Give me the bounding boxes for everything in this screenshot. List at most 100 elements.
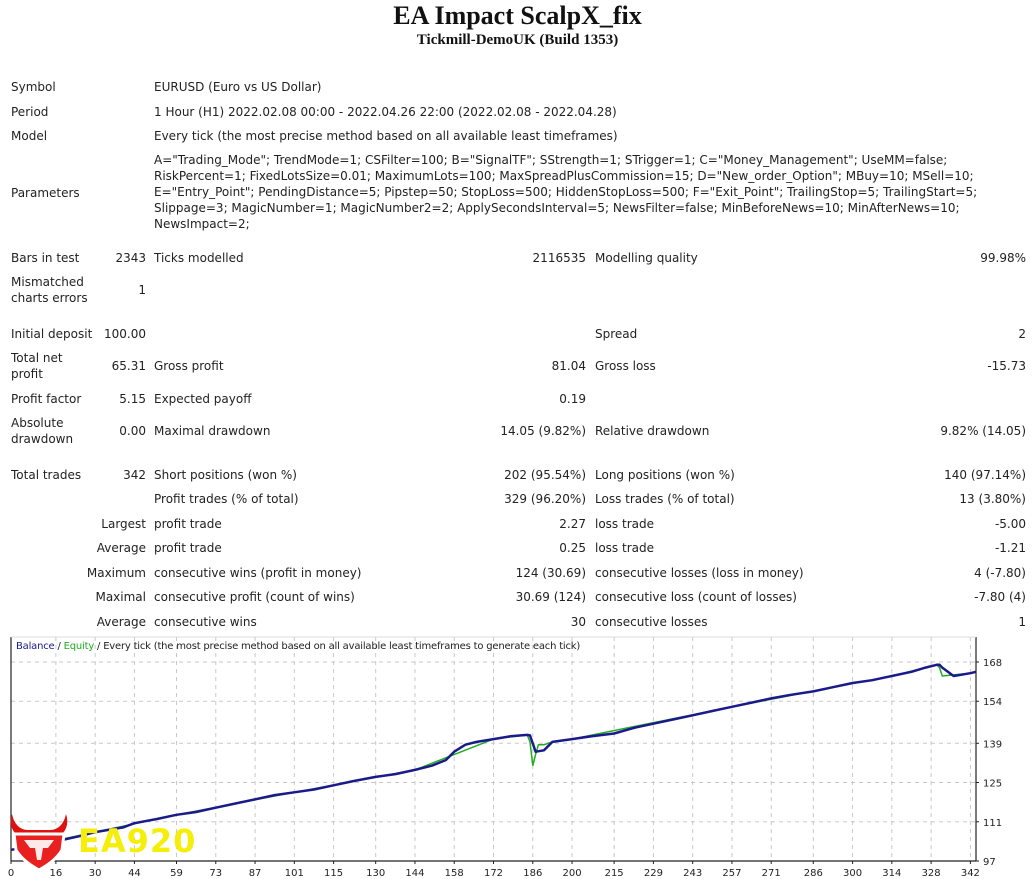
stat-row-b-value: 4 (-7.80) <box>974 566 1026 580</box>
parameters-line: RiskPercent=1; FixedLotsSize=0.01; Maxim… <box>154 169 974 183</box>
stat-row-a-label: consecutive wins <box>154 615 257 629</box>
mismatched-value: 1 <box>138 283 146 297</box>
stat-row-a-label: consecutive wins (profit in money) <box>154 566 362 580</box>
period-value: 1 Hour (H1) 2022.02.08 00:00 - 2022.04.2… <box>154 105 617 119</box>
report-subtitle: Tickmill-DemoUK (Build 1353) <box>416 32 619 48</box>
watermark-logo: EA920 <box>10 814 196 870</box>
stat-row-b-value: 1 <box>1018 615 1026 629</box>
y-tick-label: 111 <box>983 818 1002 829</box>
legend-description: Every tick (the most precise method base… <box>103 641 581 652</box>
x-tick-label: 172 <box>484 868 503 879</box>
legend-separator: / <box>54 641 64 652</box>
bull-shield-icon <box>10 814 68 870</box>
netprofit-value: 65.31 <box>111 359 146 373</box>
y-tick-label: 168 <box>983 658 1002 669</box>
x-tick-label: 271 <box>762 868 781 879</box>
maxdd-label: Maximal drawdown <box>154 424 271 438</box>
payoff-label: Expected payoff <box>154 392 252 406</box>
x-tick-label: 215 <box>605 868 624 879</box>
stat-row-a-value: 30 <box>570 615 586 629</box>
grossprofit-label: Gross profit <box>154 359 224 373</box>
x-tick-label: 257 <box>722 868 741 879</box>
watermark-text: EA920 <box>78 822 196 860</box>
parameters-line: E="Entry_Point"; PendingDistance=5; Pips… <box>154 185 978 199</box>
x-tick-label: 115 <box>324 868 343 879</box>
x-tick-label: 144 <box>405 868 424 879</box>
short-label: Short positions (won %) <box>154 468 297 482</box>
stat-row-b-label: loss trade <box>595 541 654 555</box>
payoff-value: 0.19 <box>559 392 586 406</box>
profittrades-label: Profit trades (% of total) <box>154 492 299 506</box>
x-tick-label: 314 <box>882 868 901 879</box>
symbol-label: Symbol <box>11 80 56 94</box>
stat-row-b-label: loss trade <box>595 517 654 531</box>
x-tick-label: 200 <box>562 868 581 879</box>
stat-row-a-value: 0.25 <box>559 541 586 555</box>
grossloss-label: Gross loss <box>595 359 656 373</box>
losstrades-label: Loss trades (% of total) <box>595 492 735 506</box>
absdd-value: 0.00 <box>119 424 146 438</box>
stat-row-b-value: -7.80 (4) <box>974 590 1026 604</box>
trades-value: 342 <box>123 468 146 482</box>
netprofit-label-1: Total net <box>11 351 63 365</box>
quality-value: 99.98% <box>980 251 1026 265</box>
x-tick-label: 243 <box>683 868 702 879</box>
stat-row-a-label: consecutive profit (count of wins) <box>154 590 355 604</box>
legend-equity: Equity <box>63 641 95 652</box>
stat-row-a-value: 2.27 <box>559 517 586 531</box>
stat-row-b-label: consecutive losses <box>595 615 708 629</box>
reldd-value: 9.82% (14.05) <box>940 424 1026 438</box>
deposit-value: 100.00 <box>104 327 146 341</box>
quality-label: Modelling quality <box>595 251 698 265</box>
parameters-label: Parameters <box>11 186 80 200</box>
legend-balance: Balance <box>16 641 55 652</box>
parameters-value: A="Trading_Mode"; TrendMode=1; CSFilter=… <box>154 152 1014 232</box>
long-label: Long positions (won %) <box>595 468 735 482</box>
x-tick-label: 101 <box>285 868 304 879</box>
x-tick-label: 328 <box>922 868 941 879</box>
spread-value: 2 <box>1018 327 1026 341</box>
bars-value: 2343 <box>115 251 146 265</box>
stat-row-b-value: -1.21 <box>994 541 1026 555</box>
chart-legend: Balance / Equity / Every tick (the most … <box>16 641 580 652</box>
stat-row-b-value: -5.00 <box>994 517 1026 531</box>
stat-row-a-value: 124 (30.69) <box>515 566 586 580</box>
parameters-line: A="Trading_Mode"; TrendMode=1; CSFilter=… <box>154 153 948 167</box>
grossloss-value: -15.73 <box>987 359 1026 373</box>
x-tick-label: 158 <box>445 868 464 879</box>
profittrades-value: 329 (96.20%) <box>504 492 586 506</box>
legend-separator: / <box>94 641 104 652</box>
x-tick-label: 300 <box>843 868 862 879</box>
ticks-value: 2116535 <box>532 251 586 265</box>
short-value: 202 (95.54%) <box>504 468 586 482</box>
stat-row-prefix: Average <box>96 541 146 555</box>
period-label: Period <box>11 105 49 119</box>
maxdd-value: 14.05 (9.82%) <box>500 424 586 438</box>
x-tick-label: 342 <box>961 868 980 879</box>
stat-row-a-label: profit trade <box>154 517 222 531</box>
x-tick-label: 130 <box>366 868 385 879</box>
x-tick-label: 229 <box>644 868 663 879</box>
stat-row-a-value: 30.69 (124) <box>515 590 586 604</box>
stat-row-prefix: Maximal <box>95 590 146 604</box>
pf-value: 5.15 <box>119 392 146 406</box>
x-tick-label: 286 <box>804 868 823 879</box>
losstrades-value: 13 (3.80%) <box>959 492 1026 506</box>
stat-row-b-label: consecutive loss (count of losses) <box>595 590 797 604</box>
stat-row-prefix: Maximum <box>86 566 146 580</box>
spread-label: Spread <box>595 327 638 341</box>
netprofit-label-2: profit <box>11 367 43 381</box>
stat-row-prefix: Largest <box>101 517 146 531</box>
absdd-label-1: Absolute <box>11 416 64 430</box>
grossprofit-value: 81.04 <box>551 359 586 373</box>
model-value: Every tick (the most precise method base… <box>154 129 618 143</box>
model-label: Model <box>11 129 48 143</box>
stat-row-b-label: consecutive losses (loss in money) <box>595 566 804 580</box>
y-tick-label: 97 <box>983 857 996 868</box>
parameters-line: Slippage=3; MagicNumber=1; MagicNumber2=… <box>154 201 960 215</box>
stat-row-a-label: profit trade <box>154 541 222 555</box>
long-value: 140 (97.14%) <box>944 468 1026 482</box>
stat-row-prefix: Average <box>96 615 146 629</box>
x-tick-label: 186 <box>523 868 542 879</box>
y-tick-label: 154 <box>983 697 1002 708</box>
